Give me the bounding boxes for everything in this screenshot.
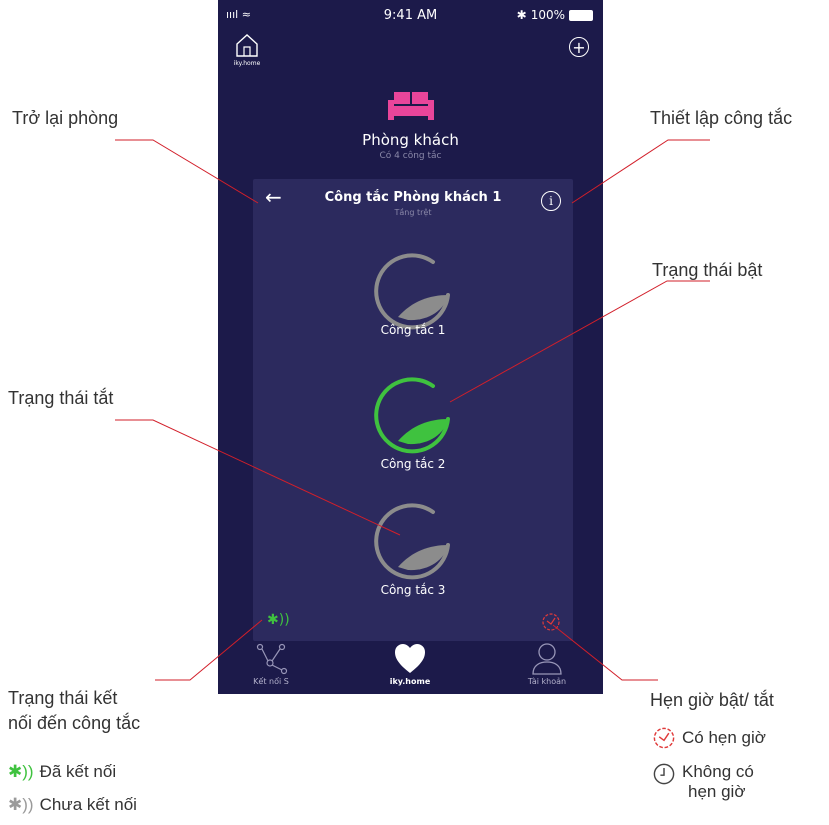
callout-back-line bbox=[115, 139, 259, 204]
annotation-connection-state-line1: Trạng thái kết bbox=[8, 688, 118, 708]
callout-bluetooth-line bbox=[155, 619, 263, 681]
bluetooth-disconnected-icon: ✱)) bbox=[8, 795, 34, 814]
callout-timer-line bbox=[552, 624, 658, 681]
annotation-state-on: Trạng thái bật bbox=[652, 260, 763, 280]
callout-info-line bbox=[571, 139, 710, 204]
legend-not-connected-label: Chưa kết nối bbox=[39, 795, 137, 814]
legend-no-timer: Không có hẹn giờ bbox=[652, 762, 754, 802]
legend-no-timer-text: Không có hẹn giờ bbox=[682, 762, 754, 802]
annotation-back-room: Trở lại phòng bbox=[12, 108, 119, 128]
annotation-connection-state: Trạng thái kết nối đến công tắc bbox=[8, 686, 140, 736]
annotation-timer: Hẹn giờ bật/ tắt bbox=[650, 690, 774, 710]
legend-not-connected: ✱)) Chưa kết nối bbox=[8, 795, 137, 815]
legend-has-timer-label: Có hẹn giờ bbox=[682, 728, 766, 747]
timer-active-icon bbox=[653, 727, 675, 749]
legend-no-timer-line2: hẹn giờ bbox=[688, 782, 746, 801]
annotation-state-off: Trạng thái tắt bbox=[8, 388, 114, 408]
callout-off-line bbox=[115, 419, 401, 536]
bluetooth-connected-icon: ✱)) bbox=[8, 762, 34, 781]
annotation-connection-state-line2: nối đến công tắc bbox=[8, 713, 141, 734]
legend-connected-label: Đã kết nối bbox=[39, 762, 117, 781]
clock-icon bbox=[653, 763, 675, 785]
callout-on-line bbox=[449, 280, 710, 403]
annotation-switch-setup: Thiết lập công tắc bbox=[650, 108, 793, 128]
legend-no-timer-line1: Không có bbox=[682, 762, 754, 781]
legend-has-timer: Có hẹn giờ bbox=[652, 726, 766, 750]
legend-connected: ✱)) Đã kết nối bbox=[8, 762, 116, 782]
